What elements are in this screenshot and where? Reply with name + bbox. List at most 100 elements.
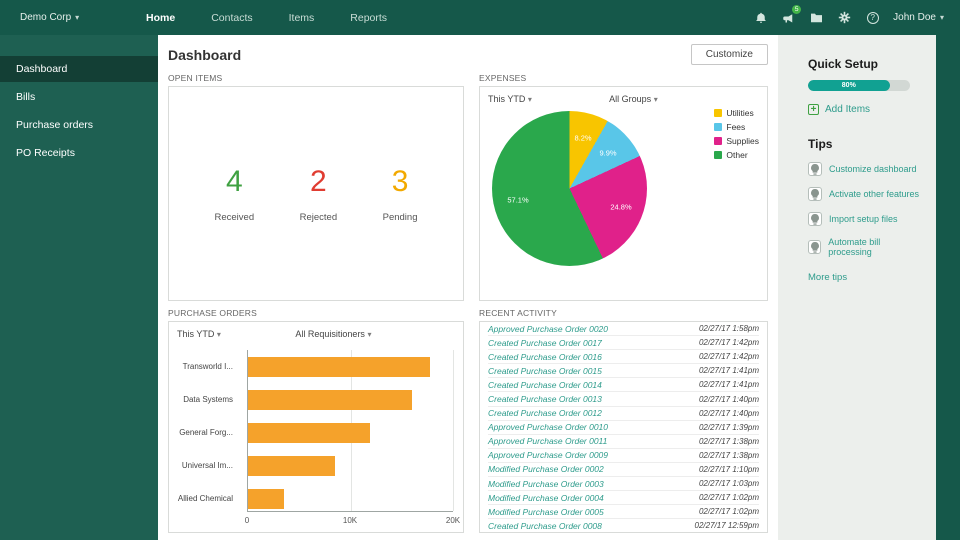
chevron-down-icon [940,12,944,23]
pie-slice-label: 57.1% [507,196,528,205]
tip-customize-dashboard[interactable]: Customize dashboard [808,162,920,176]
activity-time: 02/27/17 1:38pm [699,437,759,446]
po-category-label: Universal Im... [177,449,239,482]
sidebar-item-dashboard[interactable]: Dashboard [0,56,158,82]
activity-time: 02/27/17 1:39pm [699,423,759,432]
activity-row: Approved Purchase Order 0011 02/27/17 1:3… [488,435,759,449]
po-bar [248,390,412,410]
legend-item: Fees [714,122,759,132]
stat-pending: 3 Pending [383,165,418,223]
activity-row: Modified Purchase Order 0003 02/27/17 1:0… [488,477,759,491]
activity-time: 02/27/17 1:03pm [699,479,759,488]
expenses-pie-chart [492,111,647,266]
nav-home[interactable]: Home [146,12,175,24]
left-sidebar: Dashboard Bills Purchase orders PO Recei… [0,35,158,540]
expenses-title: EXPENSES [479,73,768,83]
tip-import-setup-files[interactable]: Import setup files [808,212,920,226]
activity-link[interactable]: Approved Purchase Order 0010 [488,422,608,432]
open-items-panel: OPEN ITEMS 4 Received 2 Rejected 3 Pendi… [168,70,464,301]
bell-icon[interactable] [753,10,768,25]
po-plot-area [247,350,453,512]
chevron-down-icon [367,329,371,339]
notification-badge: 5 [792,5,801,14]
legend-swatch-utilities [714,109,722,117]
expenses-group-filter[interactable]: All Groups [609,94,658,104]
activity-link[interactable]: Created Purchase Order 0016 [488,352,602,362]
user-menu[interactable]: John Doe [893,12,944,23]
announcements-icon[interactable]: 5 [781,10,796,25]
bar-row [248,350,453,383]
activity-link[interactable]: Modified Purchase Order 0005 [488,507,604,517]
add-items-link[interactable]: + Add Items [808,104,920,115]
pie-slice-label: 24.8% [610,203,631,212]
customize-button[interactable]: Customize [691,44,768,65]
legend-item: Utilities [714,108,759,118]
lightbulb-icon [808,162,822,176]
nav-contacts[interactable]: Contacts [211,12,252,24]
activity-link[interactable]: Approved Purchase Order 0009 [488,450,608,460]
help-icon[interactable]: ? [865,10,880,25]
activity-link[interactable]: Approved Purchase Order 0020 [488,324,608,334]
activity-link[interactable]: Created Purchase Order 0012 [488,408,602,418]
activity-link[interactable]: Created Purchase Order 0014 [488,380,602,390]
tip-label: Import setup files [829,214,898,224]
activity-link[interactable]: Approved Purchase Order 0011 [488,436,607,446]
legend-item: Supplies [714,136,759,146]
po-requisitioner-value: All Requisitioners [295,329,365,339]
bar-row [248,449,453,482]
quick-setup-progress: 80% [808,80,910,91]
activity-link[interactable]: Created Purchase Order 0017 [488,338,602,348]
stat-received-value: 4 [215,165,255,199]
lightbulb-icon [808,212,822,226]
po-period-filter[interactable]: This YTD [177,329,221,339]
activity-time: 02/27/17 1:38pm [699,451,759,460]
gear-icon[interactable] [837,10,852,25]
bar-row [248,383,453,416]
company-selector[interactable]: Demo Corp [0,12,132,23]
open-items-title: OPEN ITEMS [168,73,464,83]
activity-link[interactable]: Modified Purchase Order 0002 [488,464,604,474]
activity-link[interactable]: Created Purchase Order 0008 [488,521,602,531]
po-bar-chart: Transworld I... Data Systems General For… [177,350,453,526]
tip-automate-bill-processing[interactable]: Automate bill processing [808,237,920,257]
sidebar-item-purchase-orders[interactable]: Purchase orders [0,112,158,138]
po-requisitioner-filter[interactable]: All Requisitioners [295,329,371,339]
sidebar-item-po-receipts[interactable]: PO Receipts [0,140,158,166]
more-tips-link[interactable]: More tips [808,272,920,283]
activity-link[interactable]: Modified Purchase Order 0003 [488,479,604,489]
legend-swatch-supplies [714,137,722,145]
nav-reports[interactable]: Reports [350,12,387,24]
chevron-down-icon [217,329,221,339]
tip-activate-features[interactable]: Activate other features [808,187,920,201]
activity-row: Approved Purchase Order 0009 02/27/17 1:3… [488,449,759,463]
nav-items[interactable]: Items [289,12,315,24]
recent-activity-title: RECENT ACTIVITY [479,308,768,318]
expenses-group-value: All Groups [609,94,651,104]
bar-row [248,482,453,515]
chevron-down-icon [75,12,79,23]
activity-time: 02/27/17 1:41pm [699,380,759,389]
top-nav-bar: Demo Corp Home Contacts Items Reports 5 … [0,0,960,35]
expenses-period-value: This YTD [488,94,525,104]
purchase-orders-title: PURCHASE ORDERS [168,308,464,318]
chevron-down-icon [528,94,532,104]
legend-label: Utilities [726,108,753,118]
activity-time: 02/27/17 1:42pm [699,338,759,347]
activity-link[interactable]: Modified Purchase Order 0004 [488,493,604,503]
sidebar-item-bills[interactable]: Bills [0,84,158,110]
activity-row: Modified Purchase Order 000402/27/17 1:0… [488,491,759,505]
purchase-orders-panel: PURCHASE ORDERS This YTD All Requisition… [168,305,464,533]
activity-time: 02/27/17 12:59pm [695,521,760,530]
activity-row: Modified Purchase Order 000502/27/17 1:0… [488,505,759,519]
company-name: Demo Corp [20,12,71,23]
activity-time: 02/27/17 1:42pm [699,352,759,361]
expenses-period-filter[interactable]: This YTD [488,94,532,104]
folder-icon[interactable] [809,10,824,25]
legend-swatch-fees [714,123,722,131]
stat-pending-value: 3 [383,165,418,199]
activity-link[interactable]: Created Purchase Order 0013 [488,394,602,404]
activity-row: Approved Purchase Order 002002/27/17 1:5… [488,322,759,336]
tip-label: Automate bill processing [828,237,920,257]
progress-percent-label: 80% [842,82,856,89]
activity-link[interactable]: Created Purchase Order 0015 [488,366,602,376]
